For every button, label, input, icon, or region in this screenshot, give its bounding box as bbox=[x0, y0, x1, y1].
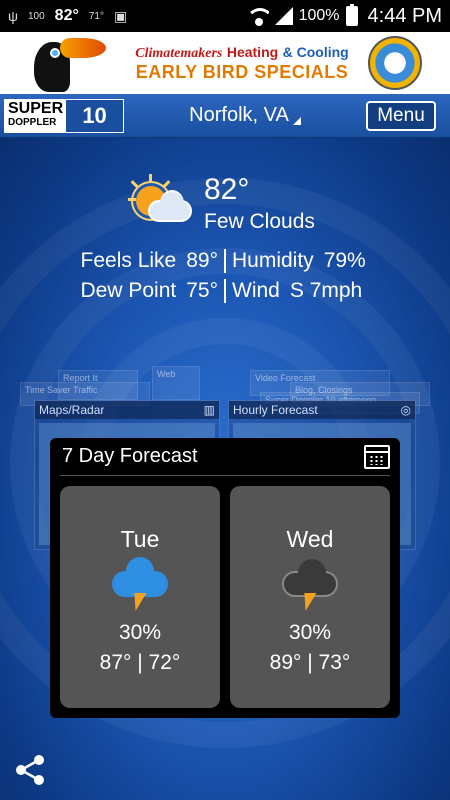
ad-brand: Climatemakers bbox=[135, 45, 223, 61]
app-header: SUPER DOPPLER 10 Norfolk, VA Menu bbox=[0, 94, 450, 138]
image-icon: ▣ bbox=[114, 7, 128, 24]
ad-service-cooling: & Cooling bbox=[282, 43, 349, 60]
usb-icon: ψ bbox=[8, 8, 18, 24]
logo-line2: DOPPLER bbox=[8, 116, 57, 128]
wind-value: S 7mph bbox=[289, 279, 363, 302]
logo-line1: SUPER bbox=[8, 99, 64, 117]
super-doppler-logo[interactable]: SUPER DOPPLER 10 bbox=[4, 98, 124, 133]
ghost-web-label: Web bbox=[157, 369, 176, 379]
partly-cloudy-icon bbox=[128, 174, 194, 232]
thunderstorm-icon bbox=[280, 559, 340, 613]
feels-like-label: Feels Like bbox=[80, 249, 177, 272]
thunderstorm-icon bbox=[110, 557, 170, 613]
seven-day-forecast-card[interactable]: 7 Day Forecast Tue 30% 87° | 72° Wed 30% bbox=[50, 438, 400, 718]
dropdown-arrow-icon bbox=[292, 116, 301, 125]
day-precip-chance: 30% bbox=[118, 621, 162, 644]
status-weather: 71° bbox=[88, 10, 104, 22]
battery-icon bbox=[345, 4, 358, 26]
day-high-low: 89° | 73° bbox=[269, 651, 351, 674]
humidity-label: Humidity bbox=[232, 249, 314, 272]
day-card-wed[interactable]: Wed 30% 89° | 73° bbox=[230, 486, 390, 708]
dew-point-value: 75° bbox=[186, 279, 218, 302]
current-temperature: 82° bbox=[204, 173, 250, 206]
calendar-icon[interactable] bbox=[364, 444, 390, 469]
ad-badge-logo bbox=[368, 36, 422, 90]
main-content: 82° Few Clouds Feels Like 89° Humidity 79%… bbox=[0, 138, 450, 800]
day-card-tue[interactable]: Tue 30% 87° | 72° bbox=[60, 486, 220, 708]
map-icon: ▥ bbox=[203, 403, 215, 417]
humidity-value: 79% bbox=[323, 249, 366, 272]
menu-button[interactable]: Menu bbox=[366, 100, 436, 131]
wind-label: Wind bbox=[232, 279, 280, 302]
forecast-title: 7 Day Forecast bbox=[62, 445, 198, 467]
battery-small-badge: 100 bbox=[27, 10, 45, 22]
battery-percent: 100% bbox=[298, 7, 340, 24]
location-selector[interactable]: Norfolk, VA bbox=[124, 104, 366, 127]
signal-icon bbox=[274, 7, 293, 25]
current-condition: Few Clouds bbox=[204, 210, 315, 233]
status-temp: 82° bbox=[54, 7, 79, 24]
day-name: Wed bbox=[286, 526, 334, 552]
status-time: 4:44 PM bbox=[367, 4, 442, 27]
toucan-logo bbox=[24, 34, 116, 92]
ghost-tile-web: Web bbox=[152, 366, 200, 400]
current-conditions: 82° Few Clouds bbox=[128, 174, 315, 234]
wifi-icon bbox=[248, 6, 269, 26]
share-icon[interactable] bbox=[12, 752, 48, 788]
feels-like-value: 89° bbox=[186, 249, 218, 272]
day-high-low: 87° | 72° bbox=[99, 651, 181, 674]
ad-tagline: EARLY BIRD SPECIALS bbox=[135, 61, 349, 82]
ghost-traffic-label: Time Saver Traffic bbox=[25, 385, 98, 395]
current-stats: Feels Like 89° Humidity 79% Dew Point 75° W… bbox=[0, 246, 450, 306]
logo-number: 10 bbox=[66, 99, 123, 132]
ad-service-heating: Heating bbox=[226, 43, 279, 60]
ad-banner[interactable]: Climatemakers Heating & Cooling EARLY BI… bbox=[0, 32, 450, 94]
day-name: Tue bbox=[120, 526, 160, 552]
ad-text: Climatemakers Heating & Cooling EARLY BI… bbox=[116, 44, 368, 83]
location-label: Norfolk, VA bbox=[189, 104, 289, 126]
clock-icon: ◎ bbox=[400, 403, 411, 417]
day-precip-chance: 30% bbox=[288, 621, 332, 644]
dew-point-label: Dew Point bbox=[80, 279, 177, 302]
status-bar: ψ 100 82° 71° ▣ 100% 4:44 PM bbox=[0, 0, 450, 32]
maps-radar-label: Maps/Radar bbox=[39, 403, 105, 417]
hourly-forecast-label: Hourly Forecast bbox=[233, 403, 318, 417]
